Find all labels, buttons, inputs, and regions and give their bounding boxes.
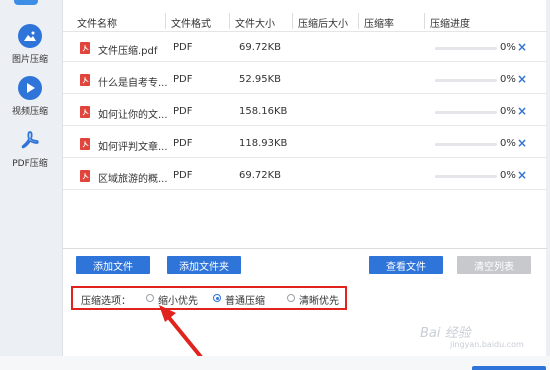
play-icon [18,76,42,100]
progress-bar [435,143,497,146]
table-row[interactable]: 如何评判文章... PDF 118.93KB 0% × [63,130,547,158]
option-label-smallest[interactable]: 缩小优先 [158,292,198,307]
add-folder-button[interactable]: 添加文件夹 [167,256,241,274]
file-format: PDF [173,138,193,149]
progress-bar [435,79,497,82]
table-row[interactable]: 如何让你的文... PDF 158.16KB 0% × [63,98,547,126]
file-format: PDF [173,42,193,53]
file-size: 69.72KB [239,170,282,181]
column-header-progress: 压缩进度 [430,19,470,30]
table-row[interactable]: 什么是自考专... PDF 52.95KB 0% × [63,66,547,94]
view-file-button[interactable]: 查看文件 [369,256,443,274]
sidebar-item-label: 图片压缩 [11,55,48,65]
remove-file-icon[interactable]: × [517,136,527,150]
option-label-clarity[interactable]: 清晰优先 [299,292,339,307]
column-header-name: 文件名称 [77,19,117,30]
file-name: 区域旅游的概... [98,174,168,185]
file-format: PDF [173,170,193,181]
file-size: 52.95KB [239,74,282,85]
file-table-header: 文件名称 文件格式 文件大小 压缩后大小 压缩率 压缩进度 [63,12,547,32]
remove-file-icon[interactable]: × [517,168,527,182]
file-name: 什么是自考专... [98,78,168,89]
radio-smallest[interactable] [146,294,154,302]
pdf-file-icon [80,74,90,86]
file-size: 158.16KB [239,106,288,117]
progress-percent: 0% [500,170,516,181]
column-header-compressed-size: 压缩后大小 [298,19,348,30]
table-row[interactable]: 区域旅游的概... PDF 69.72KB 0% × [63,162,547,190]
remove-file-icon[interactable]: × [517,104,527,118]
file-name: 文件压缩.pdf [98,46,158,57]
table-row[interactable]: 文件压缩.pdf PDF 69.72KB 0% × [63,34,547,62]
main-panel: 文件名称 文件格式 文件大小 压缩后大小 压缩率 压缩进度 文件压缩.pdf PD… [62,0,547,360]
file-format: PDF [173,106,193,117]
list-divider [63,248,547,249]
sidebar-item-pdf-compress[interactable]: PDF压缩 [0,128,60,178]
progress-percent: 0% [500,106,516,117]
sidebar-item-label: PDF压缩 [12,159,48,169]
app-window: 图片压缩 视频压缩 PDF压缩 文件名称 文件格式 文件大小 压缩后大小 压缩率… [0,0,550,370]
pdf-file-icon [80,138,90,150]
progress-percent: 0% [500,42,516,53]
progress-bar [435,47,497,50]
bottom-bar [0,356,550,370]
file-size: 118.93KB [239,138,288,149]
remove-file-icon[interactable]: × [517,40,527,54]
bottom-action-button[interactable] [472,366,546,370]
add-file-button[interactable]: 添加文件 [76,256,150,274]
pdf-icon [18,128,42,152]
remove-file-icon[interactable]: × [517,72,527,86]
file-format: PDF [173,74,193,85]
progress-percent: 0% [500,74,516,85]
pdf-file-icon [80,170,90,182]
column-header-format: 文件格式 [171,19,211,30]
progress-bar [435,111,497,114]
column-header-ratio: 压缩率 [364,19,394,30]
option-label-normal[interactable]: 普通压缩 [225,292,265,307]
image-icon [18,24,42,48]
sidebar-item-image-compress[interactable]: 图片压缩 [0,24,60,74]
file-name: 如何让你的文... [98,110,168,121]
watermark-url: jingyan.baidu.com [450,340,524,349]
column-header-size: 文件大小 [235,19,275,30]
options-title: 压缩选项： [81,296,131,307]
radio-clarity[interactable] [287,294,295,302]
app-logo [14,0,38,5]
sidebar-item-label: 视频压缩 [11,107,48,117]
clear-list-button[interactable]: 清空列表 [457,256,531,274]
pdf-file-icon [80,42,90,54]
file-name: 如何评判文章... [98,142,168,153]
progress-bar [435,175,497,178]
radio-normal[interactable] [213,294,221,302]
progress-percent: 0% [500,138,516,149]
watermark-logo: Bai 经验 [420,326,471,341]
sidebar-item-video-compress[interactable]: 视频压缩 [0,76,60,126]
file-size: 69.72KB [239,42,282,53]
compression-options: 压缩选项： 缩小优先 普通压缩 清晰优先 [71,286,347,310]
sidebar: 图片压缩 视频压缩 PDF压缩 [0,0,62,370]
pdf-file-icon [80,106,90,118]
